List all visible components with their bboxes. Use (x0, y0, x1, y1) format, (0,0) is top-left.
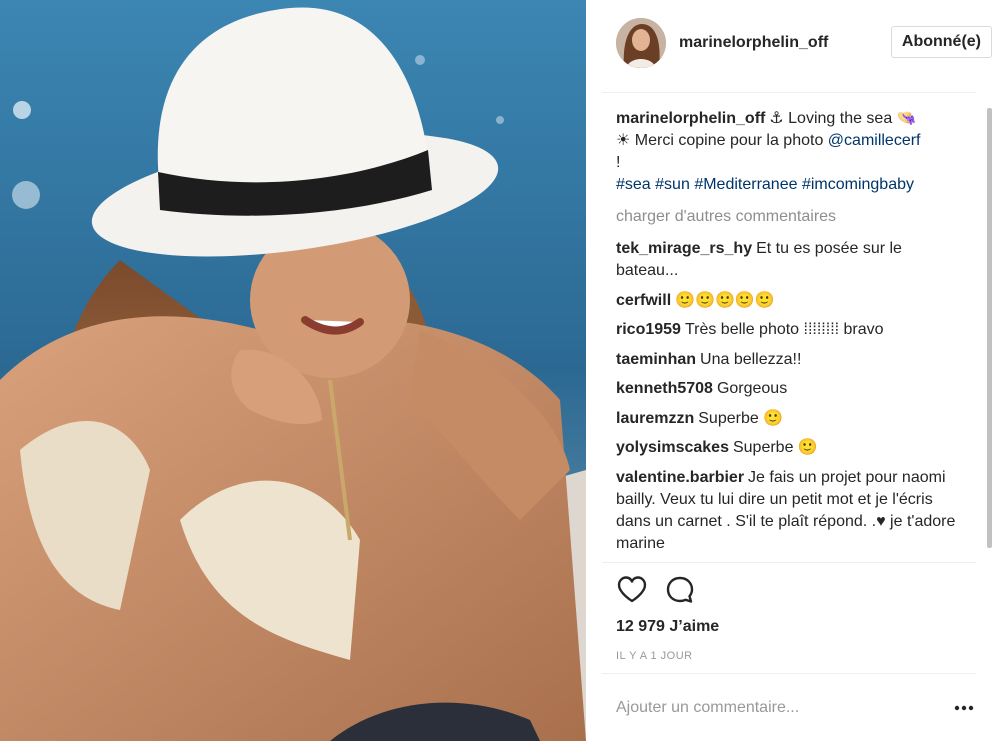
hashtag-sea[interactable]: #sea (616, 176, 651, 193)
author-username[interactable]: marinelorphelin_off (679, 34, 828, 52)
comment-item: lauremzzn Superbe 🙂 (616, 408, 956, 430)
header-divider (602, 92, 976, 93)
caption-mention[interactable]: @camillecerf (828, 132, 921, 149)
comment-text: Una bellezza!! (700, 350, 802, 368)
caption-text-1: ⚓ Loving the sea 👒 (769, 110, 917, 127)
load-more-comments[interactable]: charger d'autres commentaires (616, 206, 956, 228)
caption-username[interactable]: marinelorphelin_off (616, 110, 765, 127)
comment-item: cerfwill 🙂🙂🙂🙂🙂 (616, 290, 956, 312)
comments-list: marinelorphelin_off ⚓ Loving the sea 👒 ☀ … (616, 108, 956, 556)
hashtag-mediterranee[interactable]: #Mediterranee (694, 176, 797, 193)
comments-scrollbar[interactable] (987, 108, 992, 558)
footer-divider (602, 673, 976, 674)
comment-text: Très belle photo ⁞⁞⁞⁞⁞⁞⁞⁞ bravo (684, 321, 884, 338)
comment-text: 🙂🙂🙂🙂🙂 (675, 291, 775, 309)
comment-item: kenneth5708 Gorgeous (616, 378, 956, 400)
comments-divider (602, 562, 976, 563)
hashtag-imcomingbaby[interactable]: #imcomingbaby (802, 176, 914, 193)
comment-item: yolysimscakes Superbe 🙂 (616, 437, 956, 459)
comment-username[interactable]: rico1959 (616, 321, 681, 338)
post-timestamp[interactable]: IL Y A 1 JOUR (616, 650, 693, 662)
scrollbar-thumb[interactable] (987, 108, 992, 548)
comment-username[interactable]: cerfwill (616, 292, 671, 309)
speech-bubble-icon (666, 576, 694, 603)
ellipsis-icon (954, 705, 974, 711)
comment-username[interactable]: lauremzzn (616, 410, 694, 427)
hashtag-sun[interactable]: #sun (655, 176, 690, 193)
like-button[interactable] (616, 574, 650, 608)
comment-item: tek_mirage_rs_hy Et tu es posée sur le ba… (616, 238, 956, 282)
caption-text-3: ! (616, 154, 621, 171)
comment-item: valentine.barbier Je fais un projet pour … (616, 467, 956, 555)
avatar-image (616, 18, 666, 68)
comment-username[interactable]: valentine.barbier (616, 469, 744, 486)
comment-button[interactable] (664, 574, 698, 608)
more-options-button[interactable] (952, 698, 976, 718)
post-header: marinelorphelin_off Abonné(e) (616, 18, 992, 70)
comment-username[interactable]: yolysimscakes (616, 439, 729, 456)
post-photo[interactable] (0, 0, 586, 741)
post-caption: marinelorphelin_off ⚓ Loving the sea 👒 ☀ … (616, 108, 956, 196)
comment-text: Superbe 🙂 (698, 409, 784, 427)
follow-button[interactable]: Abonné(e) (890, 26, 992, 58)
comment-item: taeminhan Una bellezza!! (616, 349, 956, 371)
comment-text: Gorgeous (716, 380, 788, 397)
post-side-panel: marinelorphelin_off Abonné(e) marinelorp… (586, 0, 992, 741)
heart-outline-icon (617, 576, 647, 603)
caption-text-2: ☀ Merci copine pour la photo (616, 132, 828, 149)
comment-username[interactable]: tek_mirage_rs_hy (616, 240, 752, 257)
author-avatar[interactable] (616, 18, 666, 68)
add-comment-input[interactable] (616, 697, 926, 719)
comment-username[interactable]: kenneth5708 (616, 380, 713, 397)
comment-text: Superbe 🙂 (732, 439, 818, 456)
likes-count[interactable]: 12 979 J’aime (616, 618, 719, 636)
photo-illustration (0, 0, 586, 741)
comment-username[interactable]: taeminhan (616, 351, 696, 368)
comment-item: rico1959 Très belle photo ⁞⁞⁞⁞⁞⁞⁞⁞ bravo (616, 319, 956, 341)
